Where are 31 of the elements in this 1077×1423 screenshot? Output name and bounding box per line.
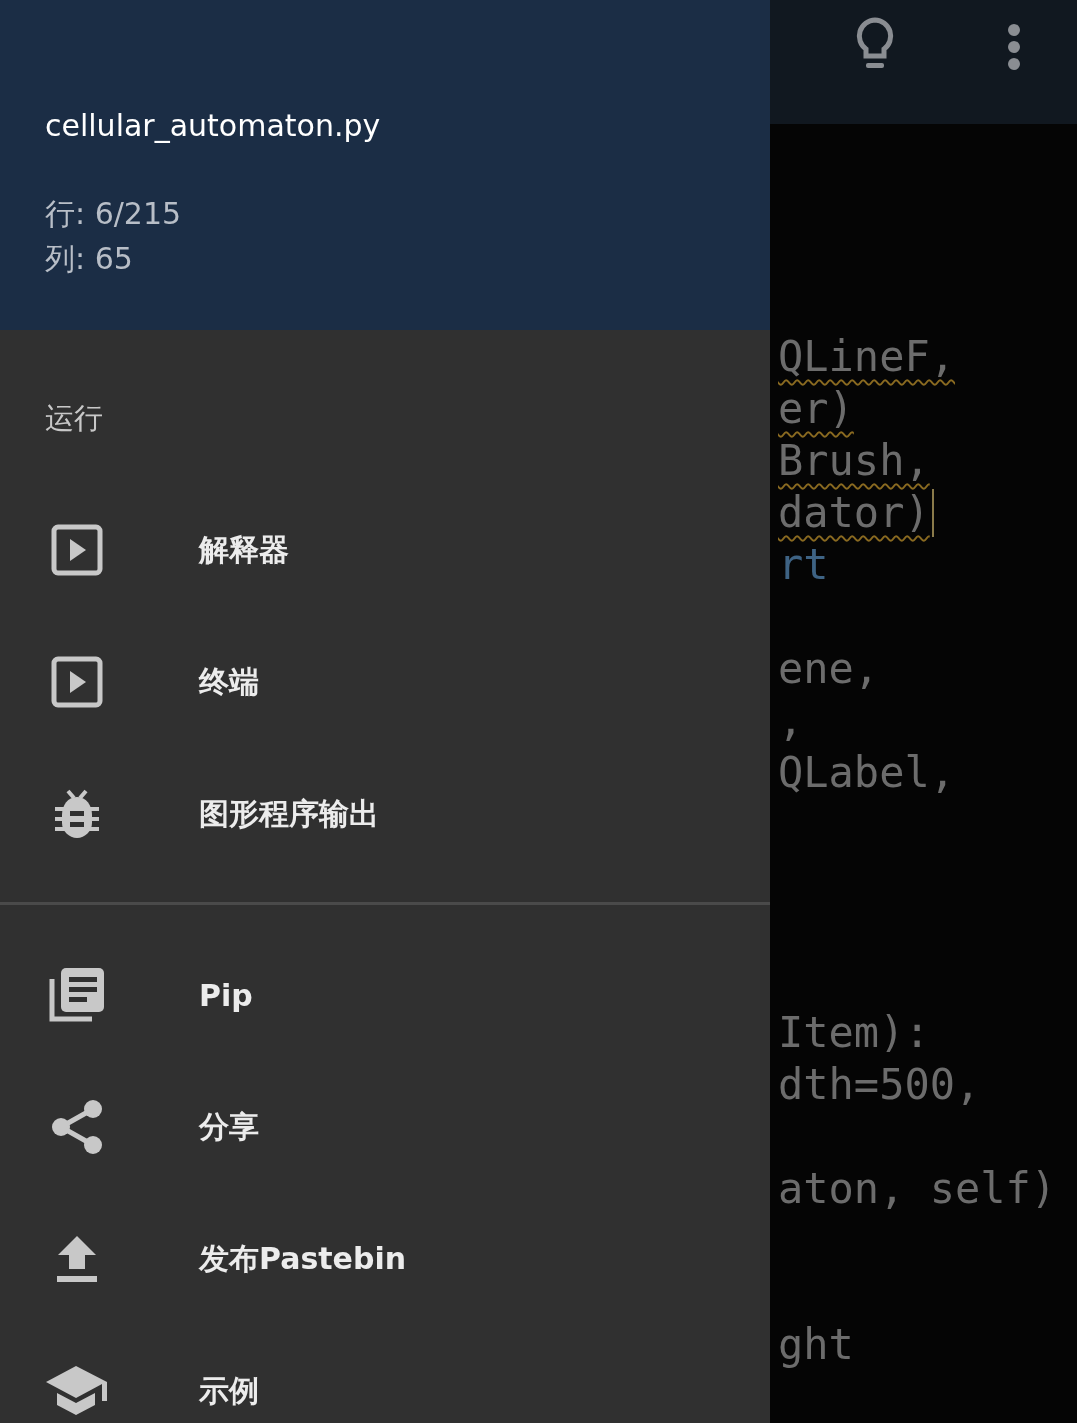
code-line: QLineF, (778, 331, 955, 383)
code-line: aton, self) (778, 1163, 1057, 1215)
menu-item[interactable]: 发布Pastebin (0, 1193, 770, 1325)
menu-item[interactable]: Pip (0, 929, 770, 1061)
menu-item[interactable]: 示例 (0, 1325, 770, 1423)
upload-icon (57, 1235, 97, 1283)
more-options-icon[interactable] (1007, 24, 1021, 70)
menu-item[interactable]: 解释器 (0, 484, 770, 616)
bug-icon (53, 789, 101, 839)
code-line: ene, (778, 643, 880, 695)
code-line: Item): (778, 1007, 930, 1059)
code-line: QLabel, (778, 747, 955, 799)
code-line: er) (778, 383, 854, 435)
graduation-cap-icon (46, 1366, 108, 1416)
code-line: dator) (778, 487, 930, 539)
column-info: 列: 65 (45, 240, 134, 278)
code-line: dth=500, (778, 1059, 981, 1111)
code-line: , (778, 695, 804, 747)
share-icon (51, 1099, 103, 1155)
library-icon (49, 967, 105, 1023)
code-line: ght (778, 1319, 854, 1371)
menu-item[interactable]: 分享 (0, 1061, 770, 1193)
menu-item[interactable]: 图形程序输出 (0, 748, 770, 880)
code-line: Brush, (778, 435, 930, 487)
code-line: rt (778, 539, 829, 591)
play-icon (51, 524, 103, 576)
play-icon (51, 656, 103, 708)
section-title: 运行 (45, 400, 103, 436)
file-name: cellular_automaton.py (45, 108, 382, 143)
menu-item[interactable]: 终端 (0, 616, 770, 748)
line-info: 行: 6/215 (45, 195, 183, 233)
